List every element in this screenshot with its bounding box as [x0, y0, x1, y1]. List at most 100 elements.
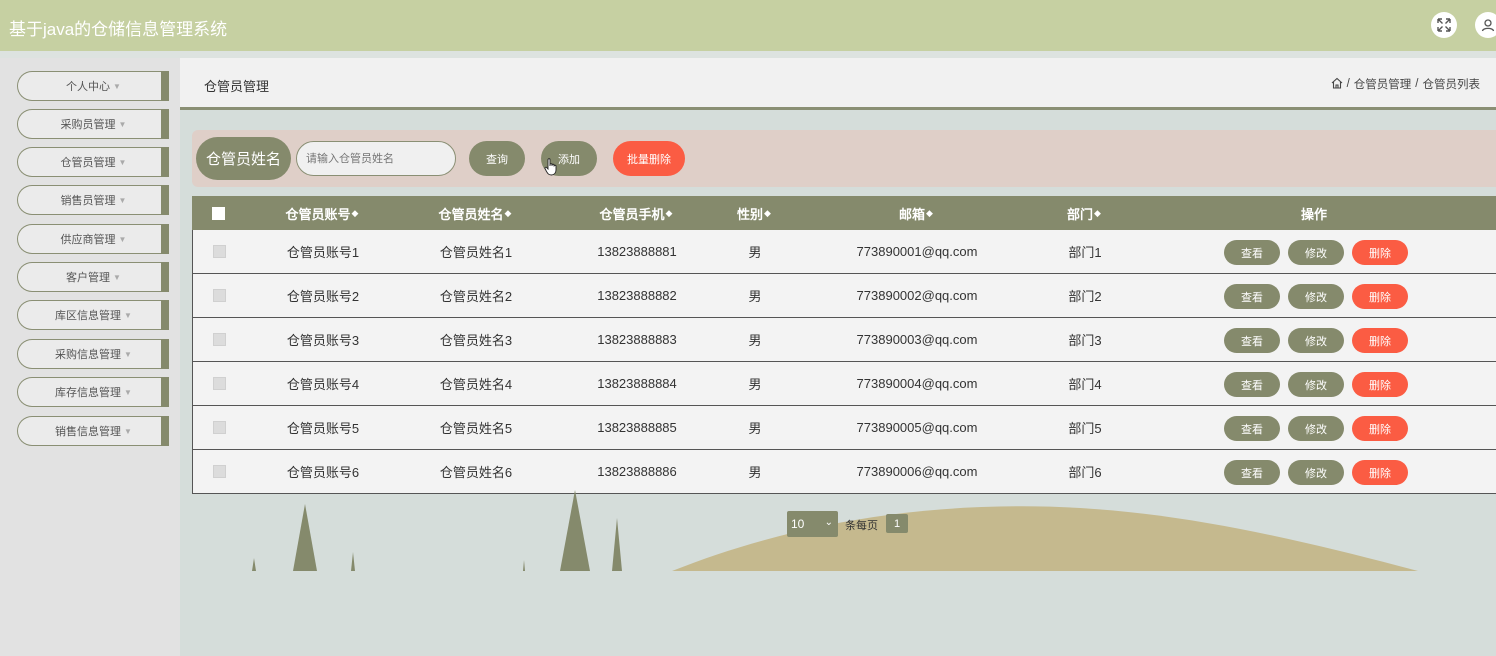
edit-button[interactable]: 修改: [1288, 416, 1344, 441]
hand-cursor-icon: [544, 158, 557, 176]
sort-icon[interactable]: ◆: [926, 208, 933, 219]
cell-gender: 男: [748, 245, 762, 260]
sidebar-item-personal-center[interactable]: 个人中心 ▼: [17, 71, 169, 101]
sort-icon[interactable]: ◆: [352, 208, 359, 219]
page-size-value: 10: [791, 517, 805, 531]
row-checkbox[interactable]: [212, 274, 226, 317]
cell-gender: 男: [748, 465, 762, 480]
view-button[interactable]: 查看: [1224, 328, 1280, 353]
sidebar-item-label: 仓管员管理: [60, 157, 116, 169]
edit-button[interactable]: 修改: [1288, 240, 1344, 265]
header-divider: [180, 107, 1496, 110]
caret-down-icon: ▼: [124, 349, 132, 359]
sidebar-item-sales-info-management[interactable]: 销售信息管理 ▼: [17, 416, 169, 446]
table-row: 仓管员账号4 仓管员姓名4 13823888884 男 773890004@qq…: [192, 362, 1496, 406]
cell-dept: 部门5: [1068, 421, 1102, 436]
cell-account: 仓管员账号6: [286, 465, 360, 480]
sort-icon[interactable]: ◆: [764, 208, 771, 219]
sidebar-item-purchase-info-management[interactable]: 采购信息管理 ▼: [17, 339, 169, 369]
table-row: 仓管员账号2 仓管员姓名2 13823888882 男 773890002@qq…: [192, 274, 1496, 318]
edit-button[interactable]: 修改: [1288, 460, 1344, 485]
checkbox[interactable]: [211, 206, 225, 220]
sidebar-item-accent: [161, 339, 169, 369]
edit-button[interactable]: 修改: [1288, 372, 1344, 397]
edit-button[interactable]: 修改: [1288, 328, 1344, 353]
select-all-checkbox[interactable]: [211, 196, 225, 230]
checkbox[interactable]: [212, 377, 226, 390]
cell-account: 仓管员账号1: [286, 245, 360, 260]
row-checkbox[interactable]: [212, 362, 226, 405]
search-bar: 仓管员姓名 查询 添加 批量删除: [192, 130, 1496, 187]
cell-email: 773890004@qq.com: [856, 376, 978, 391]
sidebar-item-label: 库区信息管理: [55, 310, 122, 322]
caret-down-icon: ▼: [113, 272, 121, 282]
column-header-dept[interactable]: 部门 ◆: [1054, 196, 1114, 230]
batch-delete-button[interactable]: 批量删除: [613, 141, 685, 176]
checkbox[interactable]: [212, 465, 226, 478]
checkbox[interactable]: [212, 333, 226, 346]
sort-icon[interactable]: ◆: [666, 208, 673, 219]
cell-email: 773890003@qq.com: [856, 332, 978, 347]
column-header-label: 仓管员手机: [599, 206, 665, 222]
sidebar-item-area-management[interactable]: 库区信息管理 ▼: [17, 300, 169, 330]
home-icon[interactable]: [1331, 77, 1343, 92]
sidebar-item-seller-management[interactable]: 销售员管理 ▼: [17, 185, 169, 215]
cell-name: 仓管员姓名3: [439, 333, 513, 348]
cell-dept: 部门6: [1068, 465, 1102, 480]
cell-name: 仓管员姓名1: [439, 245, 513, 260]
sidebar-item-keeper-management[interactable]: 仓管员管理 ▼: [17, 147, 169, 177]
row-checkbox[interactable]: [212, 318, 226, 361]
column-header-email[interactable]: 邮箱 ◆: [856, 196, 976, 230]
user-icon[interactable]: [1475, 12, 1496, 38]
column-header-label: 性别: [737, 206, 764, 222]
sort-icon[interactable]: ◆: [1094, 208, 1101, 219]
cell-phone: 13823888883: [597, 332, 677, 347]
caret-down-icon: ▼: [113, 81, 121, 91]
row-checkbox[interactable]: [212, 406, 226, 449]
column-header-label: 仓管员姓名: [438, 206, 504, 222]
view-button[interactable]: 查看: [1224, 284, 1280, 309]
breadcrumb-item-keeper-management[interactable]: 仓管员管理: [1354, 76, 1412, 92]
delete-button[interactable]: 删除: [1352, 328, 1408, 353]
cell-email: 773890006@qq.com: [856, 464, 978, 479]
view-button[interactable]: 查看: [1224, 240, 1280, 265]
query-button[interactable]: 查询: [469, 141, 525, 176]
view-button[interactable]: 查看: [1224, 372, 1280, 397]
sidebar-item-customer-management[interactable]: 客户管理 ▼: [17, 262, 169, 292]
cell-gender: 男: [748, 421, 762, 436]
sidebar-item-accent: [161, 147, 169, 177]
delete-button[interactable]: 删除: [1352, 416, 1408, 441]
sidebar-item-label: 销售信息管理: [55, 426, 122, 438]
sidebar-item-stock-info-management[interactable]: 库存信息管理 ▼: [17, 377, 169, 407]
edit-button[interactable]: 修改: [1288, 284, 1344, 309]
breadcrumb: / 仓管员管理 / 仓管员列表: [1331, 76, 1480, 92]
row-checkbox[interactable]: [212, 450, 226, 493]
view-button[interactable]: 查看: [1224, 416, 1280, 441]
sidebar-item-purchaser-management[interactable]: 采购员管理 ▼: [17, 109, 169, 139]
delete-button[interactable]: 删除: [1352, 460, 1408, 485]
sort-icon[interactable]: ◆: [505, 208, 512, 219]
page-number-button[interactable]: 1: [886, 514, 908, 533]
caret-down-icon: ▼: [118, 195, 127, 205]
page-size-select[interactable]: 10 ⌄: [787, 511, 838, 537]
sidebar-item-supplier-management[interactable]: 供应商管理 ▼: [17, 224, 169, 254]
column-header-name[interactable]: 仓管员姓名 ◆: [415, 196, 535, 230]
column-header-phone[interactable]: 仓管员手机 ◆: [576, 196, 696, 230]
delete-button[interactable]: 删除: [1352, 240, 1408, 265]
view-button[interactable]: 查看: [1224, 460, 1280, 485]
column-header-gender[interactable]: 性别 ◆: [724, 196, 784, 230]
delete-button[interactable]: 删除: [1352, 284, 1408, 309]
fullscreen-icon[interactable]: [1431, 12, 1457, 38]
sidebar-item-accent: [161, 185, 169, 215]
sidebar-item-accent: [161, 109, 169, 139]
cell-email: 773890005@qq.com: [856, 420, 978, 435]
search-input[interactable]: [296, 141, 456, 176]
checkbox[interactable]: [212, 289, 226, 302]
cell-email: 773890002@qq.com: [856, 288, 978, 303]
delete-button[interactable]: 删除: [1352, 372, 1408, 397]
checkbox[interactable]: [212, 245, 226, 258]
row-checkbox[interactable]: [212, 230, 226, 273]
checkbox[interactable]: [212, 421, 226, 434]
cell-account: 仓管员账号3: [286, 333, 360, 348]
column-header-account[interactable]: 仓管员账号 ◆: [262, 196, 382, 230]
